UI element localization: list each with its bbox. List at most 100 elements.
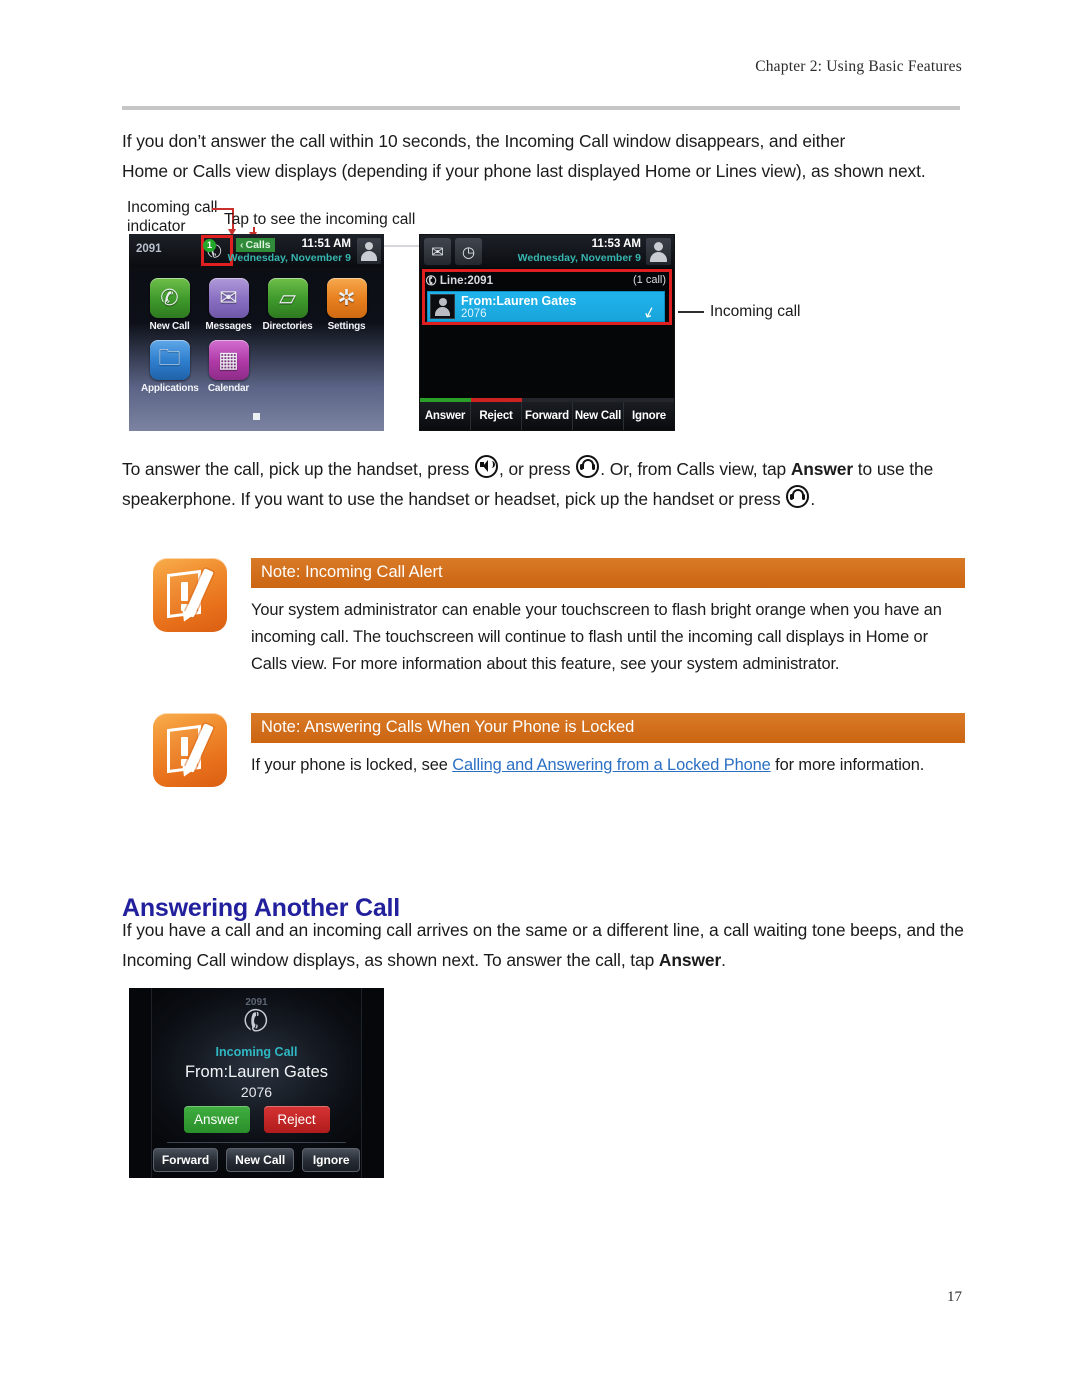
app-glyph: ✉: [219, 285, 238, 310]
caller-name: From:Lauren Gates: [461, 294, 577, 308]
calls-time: 11:53 AM: [591, 238, 641, 250]
app-directories[interactable]: ▱ Directories: [259, 278, 316, 332]
phone-screenshot-home-view: 2091 ✆ 1 ‹ Calls 11:51 AM Wednesday, Nove…: [129, 234, 384, 431]
app-glyph: ✆: [160, 285, 179, 310]
phone-screenshot-incoming-call-window: 2091 ✆ Incoming Call From:Lauren Gates 2…: [129, 988, 384, 1178]
new-call-button[interactable]: New Call: [226, 1148, 295, 1172]
figure-connector-line: [384, 245, 420, 247]
headset-key-icon: [786, 485, 810, 508]
softkey-new-call[interactable]: New Call: [573, 402, 624, 430]
note-body: Note: Incoming Call Alert Your system ad…: [251, 558, 965, 678]
home-app-grid: ✆ New Call ✉ Messages ▱ Directories ✲ Se…: [141, 278, 381, 394]
incoming-call-status-text: Incoming Call: [215, 1045, 298, 1059]
cross-reference-link[interactable]: Calling and Answering from a Locked Phon…: [452, 756, 771, 774]
softkey-answer[interactable]: Answer: [420, 402, 471, 430]
answer-softkey-emphasis: Answer: [790, 459, 854, 479]
folder-a-icon: 🗀: [149, 340, 190, 380]
home-date: Wednesday, November 9: [227, 252, 351, 264]
home-time: 11:51 AM: [301, 238, 351, 250]
caller-number: 2076: [461, 308, 487, 320]
app-label: Calendar: [207, 383, 250, 394]
avatar-icon[interactable]: [357, 238, 381, 264]
note-pencil-icon: [153, 558, 227, 632]
app-label: Directories: [262, 321, 313, 332]
page-indicator-dot: [253, 413, 260, 420]
page-header-chapter: Chapter 2: Using Basic Features: [755, 58, 962, 75]
incoming-divider: [167, 1142, 346, 1143]
app-calendar[interactable]: ▦ Calendar: [200, 340, 257, 394]
call-count-label: (1 call): [632, 274, 666, 286]
note-text-before: If your phone is locked, see: [251, 756, 453, 774]
incoming-primary-buttons: Answer Reject: [129, 1106, 384, 1133]
home-extension-label: 2091: [136, 243, 162, 255]
app-label: Settings: [327, 321, 366, 332]
phone-screenshot-calls-view: ✉ ◷ 11:53 AM Wednesday, November 9 ✆Line…: [419, 234, 675, 431]
intro-line-1: If you don’t answer the call within 10 s…: [122, 131, 846, 151]
calls-date: Wednesday, November 9: [517, 252, 641, 264]
app-label: New Call: [149, 321, 190, 332]
calls-tab-button[interactable]: ‹ Calls: [236, 238, 275, 252]
line-row: ✆Line:2091 (1 call): [423, 271, 666, 290]
page-number: 17: [947, 1289, 962, 1305]
header-divider: [122, 106, 960, 110]
intro-paragraph: If you don’t answer the call within 10 s…: [122, 126, 972, 186]
app-messages[interactable]: ✉ Messages: [200, 278, 257, 332]
note-title: Note: Answering Calls When Your Phone is…: [251, 713, 965, 743]
p3-answer-emphasis: Answer: [658, 950, 722, 970]
incoming-call-entry[interactable]: From:Lauren Gates 2076 ↙: [427, 291, 665, 323]
calls-softkey-bar: Answer Reject Forward New Call Ignore: [420, 402, 674, 430]
avatar-icon[interactable]: [646, 238, 671, 265]
softkey-reject[interactable]: Reject: [471, 402, 522, 430]
answer-text-c: . Or, from Calls view, tap: [600, 459, 791, 479]
softkey-forward[interactable]: Forward: [522, 402, 573, 430]
softkey-ignore[interactable]: Ignore: [624, 402, 674, 430]
answer-call-paragraph: To answer the call, pick up the handset,…: [122, 454, 974, 514]
app-new-call[interactable]: ✆ New Call: [141, 278, 198, 332]
handset-icon: ✆: [149, 278, 190, 318]
calls-tab-label: Calls: [245, 239, 271, 251]
app-label: Messages: [205, 321, 252, 332]
p3-text-b: .: [721, 950, 726, 970]
answer-text-a: To answer the call, pick up the handset,…: [122, 459, 475, 479]
app-glyph: ▦: [218, 347, 239, 372]
open-book-icon: ▱: [267, 278, 308, 318]
speakerphone-key-icon: [475, 455, 499, 478]
note-answering-when-locked: Note: Answering Calls When Your Phone is…: [153, 713, 965, 787]
intro-line-2: Home or Calls view displays (depending i…: [122, 161, 926, 181]
answer-text-e: .: [810, 489, 816, 509]
envelope-icon[interactable]: ✉: [424, 238, 451, 265]
incoming-caller-name: From:Lauren Gates: [184, 1063, 329, 1081]
calendar-icon: ▦: [208, 340, 249, 380]
caller-avatar-icon: [430, 294, 455, 319]
chevron-left-icon: ‹: [240, 239, 244, 251]
note-text-after: for more information.: [770, 756, 925, 774]
headset-key-icon: [576, 455, 600, 478]
line-label: Line:2091: [439, 275, 493, 287]
incoming-soft-buttons: Forward New Call Ignore: [129, 1148, 384, 1172]
note-body: Note: Answering Calls When Your Phone is…: [251, 713, 965, 779]
envelope-icon: ✉: [208, 278, 249, 318]
app-settings[interactable]: ✲ Settings: [318, 278, 375, 332]
incoming-caller-number: 2076: [240, 1084, 273, 1100]
gear-icon: ✲: [326, 278, 367, 318]
answering-another-call-paragraph: If you have a call and an incoming call …: [122, 915, 972, 975]
callout-incoming-call: Incoming call: [710, 303, 801, 320]
app-glyph: ▱: [279, 285, 296, 310]
callout-incoming-call-indicator: Incoming call indicator: [127, 199, 218, 235]
ignore-button[interactable]: Ignore: [302, 1148, 361, 1172]
call-count-badge: 1: [203, 239, 216, 252]
note-text: Your system administrator can enable you…: [251, 601, 942, 673]
app-label: Applications: [141, 383, 199, 394]
forward-button[interactable]: Forward: [152, 1148, 219, 1172]
answer-button[interactable]: Answer: [183, 1106, 250, 1133]
answer-text-b: , or press: [499, 459, 576, 479]
p3-text-a: If you have a call and an incoming call …: [122, 920, 964, 970]
note-incoming-call-alert: Note: Incoming Call Alert Your system ad…: [153, 558, 965, 678]
note-pencil-icon: [153, 713, 227, 787]
note-text: If your phone is locked, see Calling and…: [251, 752, 965, 779]
app-applications[interactable]: 🗀 Applications: [141, 340, 199, 394]
reject-button[interactable]: Reject: [263, 1106, 330, 1133]
clock-icon[interactable]: ◷: [455, 238, 482, 265]
incoming-call-arrow-icon: ↙: [641, 302, 659, 323]
callout-incoming-leader: [678, 311, 704, 313]
